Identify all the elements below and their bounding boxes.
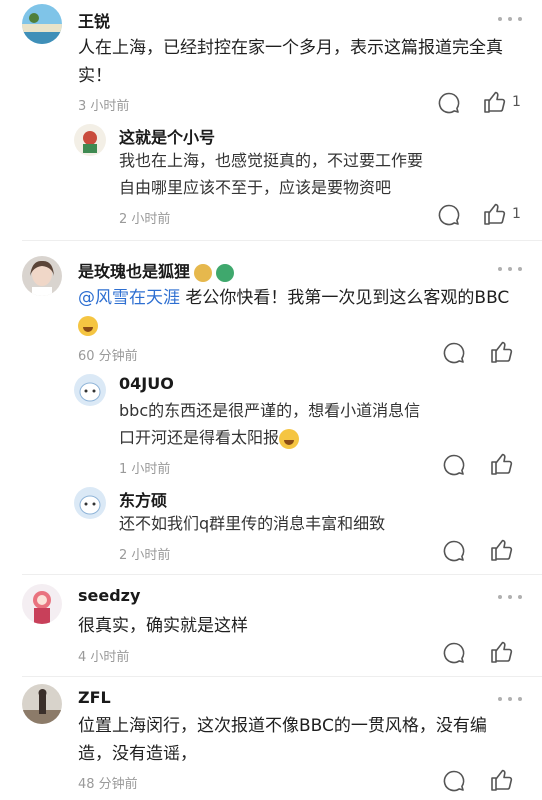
verified-badge-icon	[216, 263, 235, 282]
avatar[interactable]	[74, 124, 106, 156]
comment-text: @风雪在天涯 老公你快看！我第一次见到这么客观的BBC	[78, 284, 518, 340]
timestamp: 1 小时前	[119, 462, 171, 477]
like-icon[interactable]	[489, 767, 515, 793]
avatar[interactable]	[22, 256, 62, 296]
level-badge-icon	[194, 263, 213, 282]
like-count: 1	[512, 94, 521, 110]
reply-text: bbc的东西还是很严谨的，想看小道消息信口开河还是得看太阳报	[119, 397, 429, 451]
more-options-icon[interactable]	[498, 262, 524, 274]
mention-link[interactable]: @风雪在天涯	[78, 288, 180, 308]
avatar[interactable]	[74, 487, 106, 519]
reply-icon[interactable]	[441, 640, 467, 666]
comment-text: 人在上海，已经封控在家一个多月，表示这篇报道完全真实！	[78, 38, 503, 86]
username-text: 是玫瑰也是狐狸	[78, 262, 191, 281]
like-icon[interactable]	[482, 89, 508, 115]
laugh-emoji-icon	[78, 316, 98, 336]
like-count: 1	[512, 206, 521, 222]
divider	[22, 676, 542, 677]
laugh-emoji-icon	[279, 428, 300, 449]
timestamp: 48 分钟前	[78, 777, 138, 792]
username[interactable]: 王锐	[78, 8, 110, 32]
more-options-icon[interactable]	[498, 590, 524, 602]
timestamp: 60 分钟前	[78, 349, 138, 364]
timestamp: 4 小时前	[78, 650, 130, 665]
like-icon[interactable]	[489, 451, 515, 477]
reply-text: 我也在上海，也感觉挺真的，不过要工作要自由哪里应该不至于，应该是要物资吧	[119, 151, 424, 197]
reply-text: 还不如我们q群里传的消息丰富和细致	[119, 514, 386, 533]
avatar[interactable]	[22, 684, 62, 724]
comment-body: 老公你快看！我第一次见到这么客观的BBC	[180, 288, 510, 308]
username[interactable]: seedzy	[78, 586, 140, 605]
reply-icon[interactable]	[441, 452, 467, 478]
like-icon[interactable]	[489, 537, 515, 563]
reply-body: bbc的东西还是很严谨的，想看小道消息信口开河还是得看太阳报	[119, 401, 421, 447]
divider	[22, 574, 542, 575]
reply-icon[interactable]	[441, 340, 467, 366]
timestamp: 3 小时前	[78, 99, 130, 114]
username[interactable]: 是玫瑰也是狐狸	[78, 258, 235, 282]
username[interactable]: 东方硕	[119, 487, 167, 511]
avatar[interactable]	[22, 4, 62, 44]
timestamp: 2 小时前	[119, 548, 171, 563]
reply-icon[interactable]	[441, 768, 467, 794]
more-options-icon[interactable]	[498, 12, 524, 24]
timestamp: 2 小时前	[119, 212, 171, 227]
avatar[interactable]	[74, 374, 106, 406]
reply-icon[interactable]	[436, 202, 462, 228]
username[interactable]: 这就是个小号	[119, 124, 215, 148]
reply-icon[interactable]	[441, 538, 467, 564]
more-options-icon[interactable]	[498, 692, 524, 704]
like-icon[interactable]	[482, 201, 508, 227]
avatar[interactable]	[22, 584, 62, 624]
like-icon[interactable]	[489, 639, 515, 665]
username[interactable]: ZFL	[78, 688, 111, 707]
divider	[22, 240, 542, 241]
like-icon[interactable]	[489, 339, 515, 365]
username[interactable]: 04JUO	[119, 374, 174, 393]
comment-text: 位置上海闵行，这次报道不像BBC的一贯风格，没有编造，没有造谣，	[78, 716, 487, 764]
reply-icon[interactable]	[436, 90, 462, 116]
comment-text: 很真实，确实就是这样	[78, 616, 248, 636]
